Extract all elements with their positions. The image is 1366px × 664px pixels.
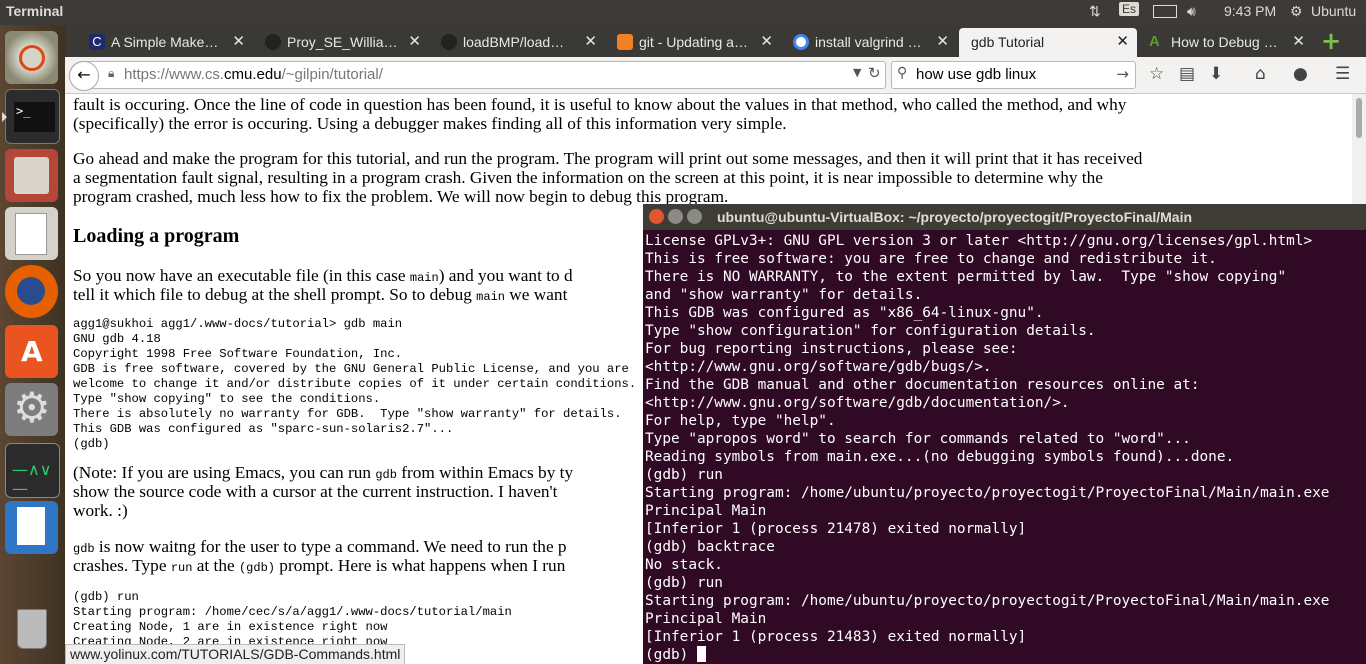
home-icon[interactable]: ⌂ bbox=[1255, 64, 1266, 84]
text-editor-icon[interactable] bbox=[5, 207, 58, 260]
code-block: agg1@sukhoi agg1/.www-docs/tutorial> gdb… bbox=[73, 317, 637, 451]
close-icon[interactable]: ✕ bbox=[1292, 32, 1305, 50]
ubuntu-dash-icon[interactable] bbox=[5, 31, 58, 84]
trash-icon[interactable] bbox=[5, 603, 58, 656]
tab-loadbmp[interactable]: loadBMP/load… ✕ bbox=[433, 28, 605, 57]
paragraph: tell it which file to debug at the shell… bbox=[73, 285, 568, 304]
search-input[interactable]: how use gdb linux bbox=[916, 66, 1036, 83]
close-icon[interactable]: ✕ bbox=[584, 32, 597, 50]
gear-icon[interactable]: ⚙ bbox=[1290, 3, 1303, 20]
clock[interactable]: 9:43 PM bbox=[1224, 3, 1276, 19]
paragraph: show the source code with a cursor at th… bbox=[73, 482, 558, 501]
reload-icon[interactable]: ↻ bbox=[868, 64, 881, 82]
system-settings-icon[interactable]: ⚙ bbox=[5, 383, 58, 436]
a-favicon-icon: A bbox=[1149, 33, 1160, 50]
close-icon[interactable]: ✕ bbox=[1116, 32, 1129, 50]
terminal-output[interactable]: License GPLv3+: GNU GPL version 3 or lat… bbox=[645, 232, 1361, 664]
paragraph: Go ahead and make the program for this t… bbox=[73, 149, 1143, 168]
search-icon: ⚲ bbox=[897, 65, 908, 81]
code-block: (gdb) run Starting program: /home/cec/s/… bbox=[73, 590, 512, 649]
paragraph: a segmentation fault signal, resulting i… bbox=[73, 168, 1103, 187]
downloads-icon[interactable]: ⬇ bbox=[1209, 64, 1223, 84]
paragraph: fault is occuring. Once the line of code… bbox=[73, 95, 1127, 114]
launcher: >_ A ⚙ —∧∨— bbox=[0, 25, 65, 664]
tab-git-updating[interactable]: git - Updating a… ✕ bbox=[609, 28, 781, 57]
link-status-bar: www.yolinux.com/TUTORIALS/GDB-Commands.h… bbox=[65, 644, 406, 664]
section-heading: Loading a program bbox=[73, 225, 240, 247]
bookmark-star-icon[interactable]: ☆ bbox=[1149, 64, 1164, 84]
new-tab-icon[interactable]: + bbox=[1321, 27, 1341, 55]
close-icon[interactable]: ✕ bbox=[936, 32, 949, 50]
paragraph: (specifically) the error is occuring. Us… bbox=[73, 114, 787, 133]
files-icon[interactable] bbox=[5, 149, 58, 202]
keyboard-layout-indicator[interactable]: Es bbox=[1119, 2, 1140, 16]
tab-label: loadBMP/load… bbox=[463, 34, 565, 50]
search-bar[interactable]: ⚲ how use gdb linux → bbox=[891, 61, 1136, 89]
tab-label: A Simple Make… bbox=[111, 34, 219, 50]
close-icon[interactable]: ✕ bbox=[760, 32, 773, 50]
paragraph: crashes. Type run at the (gdb) prompt. H… bbox=[73, 556, 566, 575]
tab-label: How to Debug … bbox=[1171, 34, 1278, 50]
tab-gdb-tutorial[interactable]: gdb Tutorial ✕ bbox=[959, 28, 1137, 57]
github-icon bbox=[441, 34, 457, 50]
firefox-icon[interactable] bbox=[5, 265, 58, 318]
top-panel: Terminal ⇅ Es 🔊︎ 9:43 PM ⚙ Ubuntu bbox=[0, 0, 1366, 25]
stackoverflow-icon bbox=[617, 34, 633, 50]
url-text[interactable]: https://www.cs.cmu.edu/~gilpin/tutorial/ bbox=[124, 66, 383, 83]
dropdown-icon[interactable]: ▼ bbox=[853, 66, 861, 79]
github-icon bbox=[265, 34, 281, 50]
lock-icon: 🔒︎ bbox=[108, 66, 115, 80]
navigation-bar: ← 🔒︎ https://www.cs.cmu.edu/~gilpin/tuto… bbox=[65, 57, 1366, 94]
volume-icon[interactable]: 🔊︎ bbox=[1187, 3, 1196, 20]
maximize-window-icon[interactable] bbox=[687, 209, 702, 224]
system-monitor-icon[interactable]: —∧∨— bbox=[5, 443, 60, 498]
network-transfer-icon[interactable]: ⇅ bbox=[1089, 3, 1101, 20]
back-icon[interactable]: ← bbox=[69, 61, 99, 91]
tab-label: Proy_SE_Willia… bbox=[287, 34, 398, 50]
session-user[interactable]: Ubuntu bbox=[1311, 3, 1356, 19]
ubuntu-software-icon[interactable]: A bbox=[5, 325, 58, 378]
terminal-cursor bbox=[696, 646, 706, 662]
terminal-prompt: (gdb) bbox=[645, 647, 697, 663]
menu-icon[interactable]: ☰ bbox=[1335, 64, 1350, 84]
scrollbar-thumb[interactable] bbox=[1356, 98, 1362, 138]
tab-label: git - Updating a… bbox=[639, 34, 748, 50]
close-icon[interactable]: ✕ bbox=[232, 32, 245, 50]
tab-label: gdb Tutorial bbox=[971, 34, 1045, 50]
chat-icon[interactable]: ● bbox=[1293, 64, 1308, 84]
url-bar[interactable]: ← 🔒︎ https://www.cs.cmu.edu/~gilpin/tuto… bbox=[69, 61, 886, 91]
terminal-titlebar[interactable]: ubuntu@ubuntu-VirtualBox: ~/proyecto/pro… bbox=[643, 204, 1366, 230]
c-favicon-icon: C bbox=[89, 34, 105, 50]
reading-list-icon[interactable]: ▤ bbox=[1179, 64, 1195, 84]
tab-label: install valgrind … bbox=[815, 34, 922, 50]
terminal-window[interactable]: ubuntu@ubuntu-VirtualBox: ~/proyecto/pro… bbox=[643, 204, 1366, 664]
search-go-icon[interactable]: → bbox=[1116, 65, 1129, 83]
active-app-title: Terminal bbox=[6, 3, 64, 19]
battery-icon[interactable] bbox=[1153, 5, 1177, 18]
terminal-icon[interactable]: >_ bbox=[2, 89, 60, 144]
tab-simple-make[interactable]: C A Simple Make… ✕ bbox=[81, 28, 253, 57]
paragraph: work. :) bbox=[73, 501, 128, 520]
close-window-icon[interactable] bbox=[649, 209, 664, 224]
tab-proy-se[interactable]: Proy_SE_Willia… ✕ bbox=[257, 28, 429, 57]
terminal-output-text: License GPLv3+: GNU GPL version 3 or lat… bbox=[645, 233, 1330, 645]
close-icon[interactable]: ✕ bbox=[408, 32, 421, 50]
writer-icon[interactable] bbox=[5, 501, 58, 554]
tab-install-valgrind[interactable]: install valgrind … ✕ bbox=[785, 28, 957, 57]
google-icon bbox=[793, 34, 809, 50]
paragraph: program crashed, much less how to fix th… bbox=[73, 187, 729, 206]
terminal-title: ubuntu@ubuntu-VirtualBox: ~/proyecto/pro… bbox=[717, 209, 1193, 225]
browser-tab-strip: C A Simple Make… ✕ Proy_SE_Willia… ✕ loa… bbox=[65, 25, 1366, 57]
tab-how-to-debug[interactable]: A How to Debug … ✕ bbox=[1141, 28, 1313, 57]
minimize-window-icon[interactable] bbox=[668, 209, 683, 224]
